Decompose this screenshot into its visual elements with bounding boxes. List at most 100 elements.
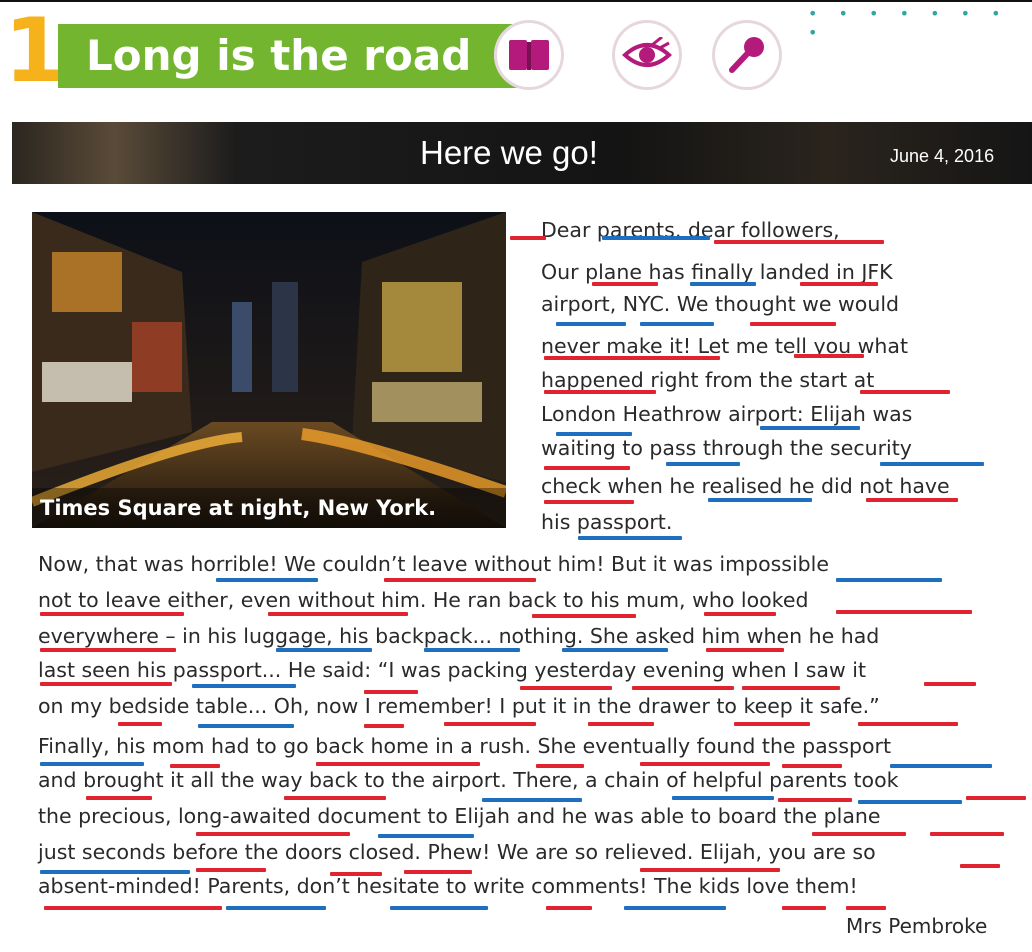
viewing-badge[interactable] <box>612 20 682 90</box>
red-underline <box>40 648 176 652</box>
blue-underline <box>666 462 740 466</box>
blue-underline <box>672 796 774 800</box>
red-underline <box>196 832 350 836</box>
red-underline <box>714 240 884 244</box>
blue-underline <box>624 906 726 910</box>
red-underline <box>520 686 612 690</box>
red-underline <box>544 500 634 504</box>
blue-underline <box>482 798 582 802</box>
letter-line: waiting to pass through the security <box>541 436 912 460</box>
top-rule <box>0 0 1032 2</box>
red-underline <box>544 390 656 394</box>
red-underline <box>588 722 654 726</box>
blue-underline <box>640 322 714 326</box>
blog-date: June 4, 2016 <box>890 146 995 166</box>
blue-underline <box>192 684 296 688</box>
blue-underline <box>556 322 626 326</box>
red-underline <box>860 390 950 394</box>
body-line: absent-minded! Parents, don’t hesitate t… <box>38 874 858 898</box>
letter-line: his passport. <box>541 510 673 534</box>
red-underline <box>86 796 152 800</box>
red-underline <box>196 868 266 872</box>
red-underline <box>924 682 976 686</box>
blue-underline <box>890 764 992 768</box>
red-underline <box>284 796 386 800</box>
red-underline <box>836 610 972 614</box>
red-underline <box>364 724 404 728</box>
red-underline <box>812 832 906 836</box>
red-underline <box>966 796 1026 800</box>
blue-underline <box>760 426 860 430</box>
red-underline <box>404 870 472 874</box>
blue-underline <box>276 648 372 652</box>
blue-underline <box>424 648 520 652</box>
red-underline <box>960 864 1000 868</box>
red-underline <box>536 764 584 768</box>
blue-underline <box>40 762 144 766</box>
red-underline <box>118 722 162 726</box>
red-underline <box>742 686 840 690</box>
red-underline <box>364 690 418 694</box>
red-underline <box>592 282 658 286</box>
eye-icon <box>622 37 672 67</box>
red-underline <box>782 906 826 910</box>
blue-underline <box>858 800 962 804</box>
blog-heading: Here we go! <box>420 134 598 171</box>
blue-underline <box>390 906 488 910</box>
red-underline <box>384 578 536 582</box>
red-underline <box>444 722 536 726</box>
red-underline <box>316 762 480 766</box>
blue-underline <box>198 724 294 728</box>
red-underline <box>44 906 222 910</box>
blue-underline <box>578 536 682 540</box>
red-underline <box>706 648 784 652</box>
red-underline <box>846 906 886 910</box>
decorative-dots: • • • • • • • • <box>808 4 1009 42</box>
red-underline <box>858 722 958 726</box>
red-underline <box>734 722 810 726</box>
blue-underline <box>708 498 812 502</box>
red-underline <box>640 762 770 766</box>
red-underline <box>704 612 776 616</box>
blue-underline <box>562 648 668 652</box>
body-line: Finally, his mom had to go back home in … <box>38 734 892 758</box>
blue-underline <box>836 578 942 582</box>
microphone-icon <box>729 37 764 73</box>
red-underline <box>544 356 720 360</box>
red-underline <box>40 612 184 616</box>
red-underline <box>794 354 864 358</box>
photo-caption: Times Square at night, New York. <box>40 496 437 520</box>
red-underline <box>170 764 220 768</box>
blue-underline <box>40 870 190 874</box>
red-underline <box>546 906 592 910</box>
blue-underline <box>602 236 710 240</box>
red-underline <box>930 832 1004 836</box>
red-underline <box>866 498 958 502</box>
blue-underline <box>690 282 756 286</box>
red-underline <box>632 686 734 690</box>
red-underline <box>268 612 408 616</box>
red-underline <box>544 466 630 470</box>
red-underline <box>40 682 172 686</box>
red-underline <box>800 282 878 286</box>
times-square-photo <box>32 212 506 528</box>
speaking-badge[interactable] <box>712 20 782 90</box>
body-line: the precious, long-awaited document to E… <box>38 804 881 828</box>
body-line: and brought it all the way back to the a… <box>38 768 899 792</box>
blue-underline <box>378 834 474 838</box>
blue-underline <box>226 906 326 910</box>
book-icon <box>509 40 549 70</box>
body-line: on my bedside table... Oh, now I remembe… <box>38 694 880 718</box>
red-underline <box>640 868 780 872</box>
letter-line: airport, NYC. We thought we would <box>541 292 900 316</box>
red-underline <box>750 322 836 326</box>
blue-underline <box>556 432 632 436</box>
red-underline <box>782 764 842 768</box>
reading-badge[interactable] <box>494 20 564 90</box>
red-underline <box>532 614 636 618</box>
lesson-title: Long is the road <box>86 31 472 80</box>
red-underline <box>510 236 546 240</box>
blue-underline <box>880 462 984 466</box>
lesson-number: 1 <box>4 0 66 102</box>
signature: Mrs Pembroke <box>846 914 988 938</box>
